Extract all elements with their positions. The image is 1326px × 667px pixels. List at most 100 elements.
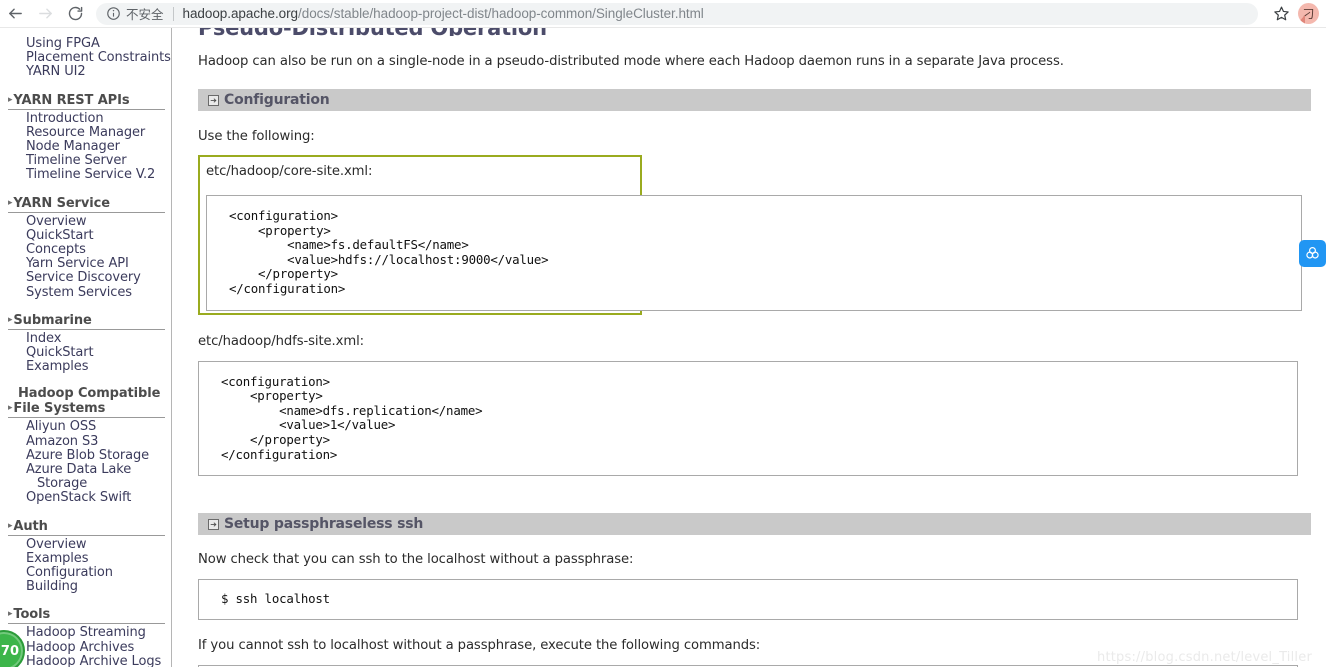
sidebar-item-node-manager[interactable]: Node Manager xyxy=(26,139,171,154)
sidebar-heading-label: YARN REST APIs xyxy=(13,92,130,108)
chevron-right-icon: ▸ xyxy=(8,609,13,620)
profile-avatar[interactable]: 刁 xyxy=(1298,3,1319,24)
sidebar-item-hadoop-archives[interactable]: Hadoop Archives xyxy=(26,640,171,655)
address-bar[interactable]: 不安全 hadoop.apache.org/docs/stable/hadoop… xyxy=(96,2,1258,25)
sidebar-item-overview[interactable]: Overview xyxy=(26,214,171,229)
sidebar-heading-label: File Systems xyxy=(13,401,106,417)
sidebar-heading-label: Submarine xyxy=(13,312,92,328)
sidebar-item-timeline-service-v2[interactable]: Timeline Service V.2 xyxy=(26,168,171,182)
forward-button[interactable] xyxy=(30,0,60,28)
back-arrow-icon xyxy=(8,8,22,19)
main-content: Pseudo-Distributed Operation Hadoop can … xyxy=(173,28,1326,667)
translate-widget-button[interactable] xyxy=(1299,240,1326,267)
sidebar-item-index[interactable]: Index xyxy=(26,331,171,346)
sidebar-heading-auth[interactable]: ▸Auth xyxy=(8,519,165,536)
sidebar-item-building[interactable]: Building xyxy=(26,580,171,594)
sidebar-item-system-services[interactable]: System Services xyxy=(26,285,171,300)
sidebar-item-amazon-s3[interactable]: Amazon S3 xyxy=(26,434,171,449)
chevron-right-icon: ▸ xyxy=(8,314,13,325)
chevron-right-icon: ▸ xyxy=(8,197,13,208)
sidebar-item-azure-blob-storage[interactable]: Azure Blob Storage xyxy=(26,448,171,463)
forward-arrow-icon xyxy=(38,8,52,19)
sidebar-item-hadoop-streaming[interactable]: Hadoop Streaming xyxy=(26,626,171,640)
sidebar-list-auth[interactable]: Overview Examples Configuration Building xyxy=(0,537,171,595)
sidebar-heading-yarn-rest-apis[interactable]: ▸YARN REST APIs xyxy=(8,93,165,110)
core-site-code-block: <configuration> <property> <name>fs.defa… xyxy=(206,195,1302,311)
core-site-selection-highlight[interactable]: etc/hadoop/core-site.xml: <configuration… xyxy=(198,155,1302,315)
sidebar-item-service-discovery[interactable]: Service Discovery xyxy=(26,271,171,285)
collapse-toggle-icon[interactable] xyxy=(208,518,219,530)
url-path: /docs/stable/hadoop-project-dist/hadoop-… xyxy=(298,6,704,21)
collapse-toggle-icon[interactable] xyxy=(208,94,219,106)
section-header-configuration[interactable]: Configuration xyxy=(198,89,1311,111)
sidebar-item-openstack-swift[interactable]: OpenStack Swift xyxy=(26,491,171,505)
sidebar-heading-label: YARN Service xyxy=(13,195,110,211)
sidebar-item-azure-data-lake-storage-cont[interactable]: Storage xyxy=(26,477,171,491)
sidebar-item-configuration[interactable]: Configuration xyxy=(26,565,171,580)
sidebar-item-examples[interactable]: Examples xyxy=(26,551,171,566)
sidebar-item-resource-manager[interactable]: Resource Manager xyxy=(26,125,171,140)
url-host: hadoop.apache.org xyxy=(182,6,299,21)
sidebar-item-introduction[interactable]: Introduction xyxy=(26,111,171,126)
reload-button[interactable] xyxy=(60,0,90,28)
sidebar-item-using-fpga[interactable]: Using FPGA xyxy=(26,36,171,51)
sidebar-item-azure-data-lake[interactable]: Azure Data Lake xyxy=(26,462,171,477)
sidebar-item-yarn-ui2[interactable]: YARN UI2 xyxy=(26,65,171,79)
sidebar-heading-tools[interactable]: ▸Tools xyxy=(8,607,165,625)
omnibox-divider xyxy=(172,6,174,21)
section-title-label: Configuration xyxy=(224,92,330,108)
section-title-label: Setup passphraseless ssh xyxy=(224,516,424,533)
chevron-right-icon: ▸ xyxy=(8,94,13,105)
chevron-right-icon: ▸ xyxy=(8,520,13,531)
intro-paragraph: Hadoop can also be run on a single-node … xyxy=(198,54,1064,69)
sidebar-navigation[interactable]: Using FPGA Placement Constraints YARN UI… xyxy=(0,28,172,667)
chevron-right-icon: ▸ xyxy=(8,403,13,414)
ssh-localhost-code-block: $ ssh localhost xyxy=(198,579,1298,620)
security-status-label: 不安全 xyxy=(126,7,164,22)
ssh-check-paragraph: Now check that you can ssh to the localh… xyxy=(198,552,634,568)
page-title: Pseudo-Distributed Operation xyxy=(198,28,1310,36)
sidebar-inner: Using FPGA Placement Constraints YARN UI… xyxy=(0,36,171,667)
sidebar-list-yarn-rest-apis[interactable]: Introduction Resource Manager Node Manag… xyxy=(0,111,171,183)
use-following-label: Use the following: xyxy=(198,129,315,144)
sidebar-item-hadoop-archive-logs[interactable]: Hadoop Archive Logs xyxy=(26,654,171,667)
url-text: hadoop.apache.org/docs/stable/hadoop-pro… xyxy=(183,6,704,21)
sidebar-heading-label: Auth xyxy=(13,518,48,534)
sidebar-item-timeline-server[interactable]: Timeline Server xyxy=(26,154,171,168)
star-icon xyxy=(1273,6,1289,21)
core-site-file-label: etc/hadoop/core-site.xml: xyxy=(206,164,373,179)
sidebar-list-yarn-misc[interactable]: Using FPGA Placement Constraints YARN UI… xyxy=(0,36,171,80)
sidebar-list-yarn-service[interactable]: Overview QuickStart Concepts Yarn Servic… xyxy=(0,214,171,300)
bookmark-button[interactable] xyxy=(1266,0,1296,28)
score-badge-value: 70 xyxy=(0,643,19,659)
sidebar-heading-hadoop-compatible-file-systems[interactable]: Hadoop Compatible ▸File Systems xyxy=(8,386,165,419)
watermark-text: https://blog.csdn.net/level_Tiller xyxy=(1097,650,1312,665)
sidebar-item-examples[interactable]: Examples xyxy=(26,360,171,374)
back-button[interactable] xyxy=(0,0,30,28)
clover-logo-icon xyxy=(1306,247,1319,259)
sidebar-list-tools[interactable]: Hadoop Streaming Hadoop Archives Hadoop … xyxy=(0,626,171,667)
sidebar-item-placement-constraints[interactable]: Placement Constraints xyxy=(26,51,171,65)
site-info-icon[interactable] xyxy=(106,6,121,21)
sidebar-item-aliyun-oss[interactable]: Aliyun OSS xyxy=(26,420,171,434)
avatar-shape xyxy=(1298,15,1305,24)
sidebar-item-concepts[interactable]: Concepts xyxy=(26,242,171,257)
sidebar-heading-label-line1: Hadoop Compatible xyxy=(18,386,161,402)
sidebar-item-overview[interactable]: Overview xyxy=(26,537,171,552)
hdfs-site-code-block: <configuration> <property> <name>dfs.rep… xyxy=(198,360,1298,477)
sidebar-item-quickstart[interactable]: QuickStart xyxy=(26,345,171,360)
section-header-setup-passphraseless-ssh[interactable]: Setup passphraseless ssh xyxy=(198,513,1311,536)
sidebar-list-file-systems[interactable]: Aliyun OSS Amazon S3 Azure Blob Storage … xyxy=(0,420,171,505)
browser-toolbar: 不安全 hadoop.apache.org/docs/stable/hadoop… xyxy=(0,0,1326,28)
sidebar-heading-submarine[interactable]: ▸Submarine xyxy=(8,313,165,330)
page-viewport: Using FPGA Placement Constraints YARN UI… xyxy=(0,28,1326,667)
sidebar-item-quickstart[interactable]: QuickStart xyxy=(26,228,171,243)
sidebar-list-submarine[interactable]: Index QuickStart Examples xyxy=(0,331,171,375)
sidebar-heading-yarn-service[interactable]: ▸YARN Service xyxy=(8,196,165,213)
sidebar-item-yarn-service-api[interactable]: Yarn Service API xyxy=(26,257,171,271)
